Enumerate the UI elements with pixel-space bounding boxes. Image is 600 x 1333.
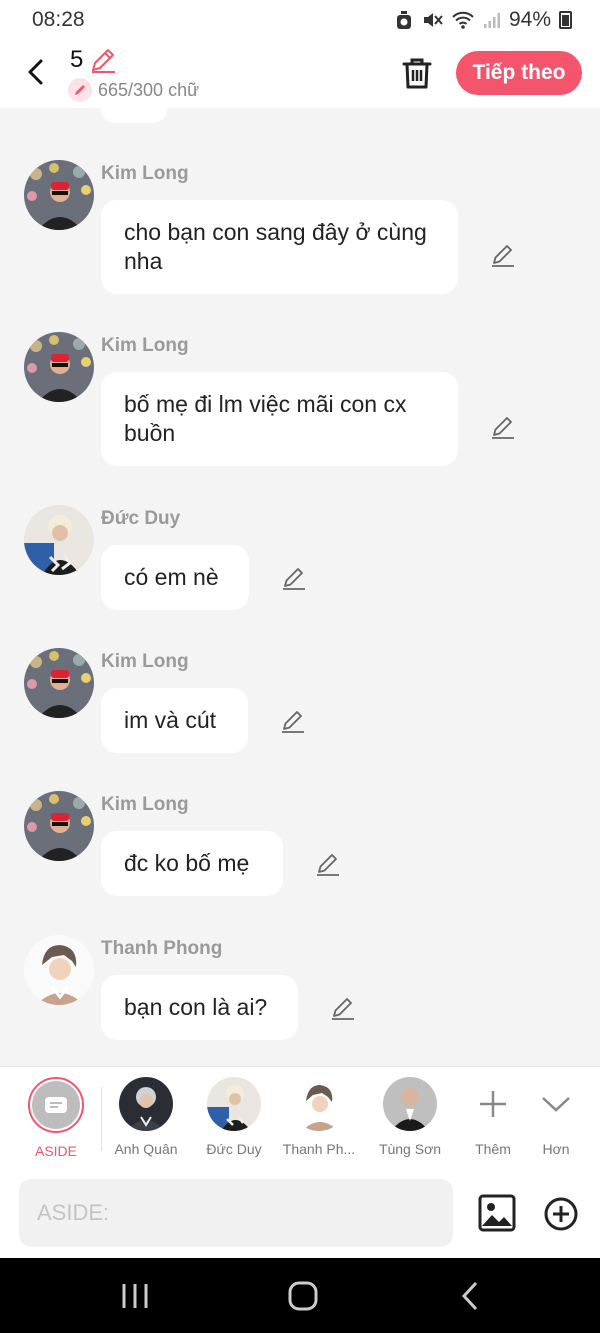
character-bar: ASIDE Anh Quân Đức Duy Thanh Ph... Tùng … [0, 1066, 600, 1170]
message-bubble[interactable]: bạn con là ai? [101, 975, 298, 1040]
avatar-kim-long[interactable] [24, 160, 94, 230]
message-bubble[interactable]: đc ko bố mẹ [101, 831, 283, 896]
chat-area[interactable]: Kim Long cho bạn con sang đây ở cùng nha… [0, 108, 600, 1066]
sender-name: Thanh Phong [101, 938, 223, 959]
avatar-duc-duy[interactable] [24, 505, 94, 575]
mute-icon [423, 13, 443, 27]
avatar-kim-long[interactable] [24, 332, 94, 402]
home-icon [288, 1281, 318, 1311]
avatar-anh-quan [119, 1077, 173, 1131]
avatar-tung-son [383, 1077, 437, 1131]
message-bubble-partial[interactable] [101, 108, 167, 123]
chevron-down-icon [542, 1097, 570, 1112]
edit-message-button[interactable] [489, 413, 517, 441]
character-anh-quan[interactable]: Anh Quân [101, 1077, 191, 1157]
character-thanh-phong[interactable]: Thanh Ph... [274, 1077, 364, 1157]
character-tung-son[interactable]: Tùng Sơn [365, 1077, 455, 1157]
narration-icon [45, 1097, 67, 1113]
character-label: ASIDE [34, 1143, 77, 1159]
battery-percent: 94% [508, 8, 551, 31]
avatar-thanh-phong [292, 1077, 346, 1131]
home-button[interactable] [282, 1278, 322, 1314]
alarm-icon [396, 11, 411, 29]
character-aside[interactable]: ASIDE [11, 1077, 101, 1159]
input-bar [0, 1170, 600, 1258]
status-bar: 08:28 94% [0, 0, 600, 40]
plus-circle-icon [544, 1197, 578, 1231]
edit-icon [283, 568, 305, 590]
system-back-button[interactable] [452, 1278, 492, 1314]
message-bubble[interactable]: bố mẹ đi lm việc mãi con cx buồn [101, 372, 458, 466]
edit-message-button[interactable] [314, 850, 342, 878]
more-label: Hơn [542, 1141, 570, 1157]
image-icon [478, 1194, 516, 1232]
next-button[interactable]: Tiếp theo [456, 51, 582, 95]
status-time: 08:28 [32, 8, 85, 31]
message-bubble[interactable]: có em nè [101, 545, 249, 610]
battery-icon [559, 11, 572, 29]
character-label: Thanh Ph... [282, 1141, 356, 1157]
edit-icon [332, 998, 354, 1020]
aside-inner [32, 1081, 80, 1129]
edit-icon [282, 711, 304, 733]
plus-icon [480, 1091, 506, 1117]
back-icon [461, 1281, 478, 1311]
avatar-kim-long[interactable] [24, 791, 94, 861]
edit-message-button[interactable] [280, 564, 308, 592]
avatar-kim-long[interactable] [24, 648, 94, 718]
sender-name: Kim Long [101, 794, 189, 815]
edit-icon [492, 417, 514, 439]
signal-icon [483, 13, 500, 28]
message-bubble[interactable]: im và cút [101, 688, 248, 753]
episode-count[interactable]: 5 [70, 46, 117, 74]
avatar-thanh-phong[interactable] [24, 935, 94, 1005]
edit-icon [317, 854, 339, 876]
character-label: Tùng Sơn [378, 1141, 442, 1157]
word-count: 665/300 chữ [68, 78, 199, 102]
edit-message-button[interactable] [489, 241, 517, 269]
edit-message-button[interactable] [329, 994, 357, 1022]
trash-icon [402, 58, 432, 89]
more-icon-wrap [523, 1077, 589, 1131]
recent-apps-button[interactable] [115, 1278, 155, 1314]
status-icons: 94% [395, 8, 572, 32]
message-bubble[interactable]: cho bạn con sang đây ở cùng nha [101, 200, 458, 294]
message-count: 5 [70, 46, 84, 73]
sender-name: Đức Duy [101, 508, 181, 529]
pen-badge-icon [68, 78, 92, 102]
edit-message-button[interactable] [279, 707, 307, 735]
back-button[interactable] [18, 54, 54, 90]
sender-name: Kim Long [101, 651, 189, 672]
recent-apps-icon [122, 1284, 148, 1308]
word-count-text: 665/300 chữ [98, 79, 200, 100]
more-button[interactable]: Hơn [523, 1077, 589, 1157]
aside-avatar [28, 1077, 84, 1133]
pencil-icon [92, 49, 116, 73]
editor-header: 5 665/300 chữ Tiếp theo [0, 40, 600, 108]
sender-name: Kim Long [101, 335, 189, 356]
avatar-duc-duy [207, 1077, 261, 1131]
edit-icon [492, 245, 514, 267]
back-arrow-icon [28, 59, 43, 85]
insert-image-button[interactable] [478, 1194, 516, 1232]
wifi-icon [452, 11, 474, 29]
character-duc-duy[interactable]: Đức Duy [189, 1077, 279, 1157]
add-button[interactable] [543, 1196, 579, 1232]
character-label: Đức Duy [206, 1141, 262, 1157]
system-nav-bar [0, 1258, 600, 1333]
delete-button[interactable] [398, 54, 436, 92]
character-label: Anh Quân [114, 1141, 178, 1157]
sender-name: Kim Long [101, 163, 189, 184]
message-input[interactable] [19, 1179, 453, 1247]
